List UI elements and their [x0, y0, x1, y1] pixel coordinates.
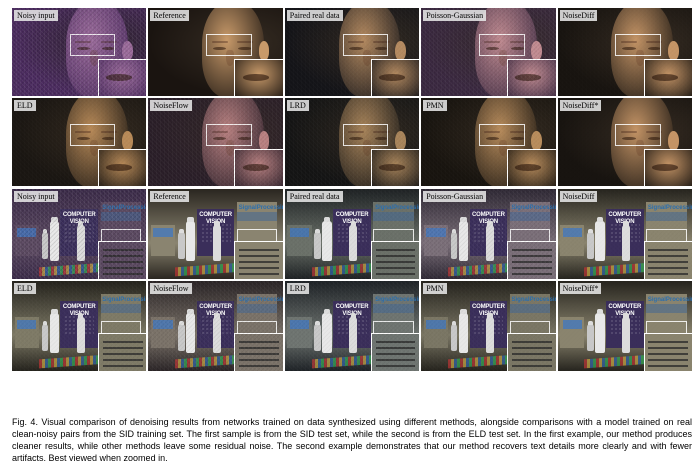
- panel-label: ELD: [14, 283, 36, 294]
- image-panel: NoiseDiff: [557, 8, 692, 96]
- panel-label: NoiseDiff: [559, 10, 598, 21]
- panel-label: Reference: [150, 10, 189, 21]
- panel-label: PMN: [423, 100, 447, 111]
- panel-label: Poisson-Gaussian: [423, 191, 487, 202]
- image-panel: LRD: [284, 98, 420, 186]
- image-panel: COMPUTER VISIONSignalProcessingPoisson-G…: [421, 189, 556, 279]
- image-panel: NoiseDiff*: [557, 98, 692, 186]
- image-panel: COMPUTER VISIONSignalProcessingReference: [148, 189, 283, 279]
- panel-label: ELD: [14, 100, 36, 111]
- panel-label: NoiseFlow: [150, 283, 192, 294]
- panel-label: LRD: [286, 283, 309, 294]
- image-panel: NoiseFlow: [148, 98, 283, 186]
- figure-caption: Fig. 4. Visual comparison of denoising r…: [12, 417, 692, 463]
- image-panel: COMPUTER VISIONSignalProcessingNoisy inp…: [12, 189, 147, 279]
- image-panel: Reference: [148, 8, 283, 96]
- image-panel: COMPUTER VISIONSignalProcessingLRD: [284, 281, 420, 371]
- image-panel: COMPUTER VISIONSignalProcessingPaired re…: [284, 189, 420, 279]
- panel-label: Paired real data: [286, 191, 343, 202]
- panel-label: NoiseDiff*: [559, 283, 602, 294]
- comparison-figure: Noisy input Reference Paired real data Pois…: [12, 8, 692, 377]
- image-panel: Paired real data: [284, 8, 420, 96]
- panel-label: LRD: [286, 100, 309, 111]
- image-panel: COMPUTER VISIONSignalProcessingNoiseDiff: [557, 189, 692, 279]
- panel-label: Reference: [150, 191, 189, 202]
- image-panel: PMN: [421, 98, 556, 186]
- panel-label: Noisy input: [14, 10, 58, 21]
- image-panel: ELD: [12, 98, 147, 186]
- image-panel: COMPUTER VISIONSignalProcessingNoiseFlow: [148, 281, 283, 371]
- panel-label: NoiseDiff*: [559, 100, 602, 111]
- panel-label: Poisson-Gaussian: [423, 10, 487, 21]
- panel-label: Noisy input: [14, 191, 58, 202]
- image-panel: COMPUTER VISIONSignalProcessingPMN: [421, 281, 556, 371]
- panel-label: Paired real data: [286, 10, 343, 21]
- image-panel: COMPUTER VISIONSignalProcessingNoiseDiff…: [557, 281, 692, 371]
- panel-label: NoiseDiff: [559, 191, 598, 202]
- panel-label: NoiseFlow: [150, 100, 192, 111]
- image-panel: COMPUTER VISIONSignalProcessingELD: [12, 281, 147, 371]
- image-panel: Noisy input: [12, 8, 147, 96]
- image-panel: Poisson-Gaussian: [421, 8, 556, 96]
- panel-label: PMN: [423, 283, 447, 294]
